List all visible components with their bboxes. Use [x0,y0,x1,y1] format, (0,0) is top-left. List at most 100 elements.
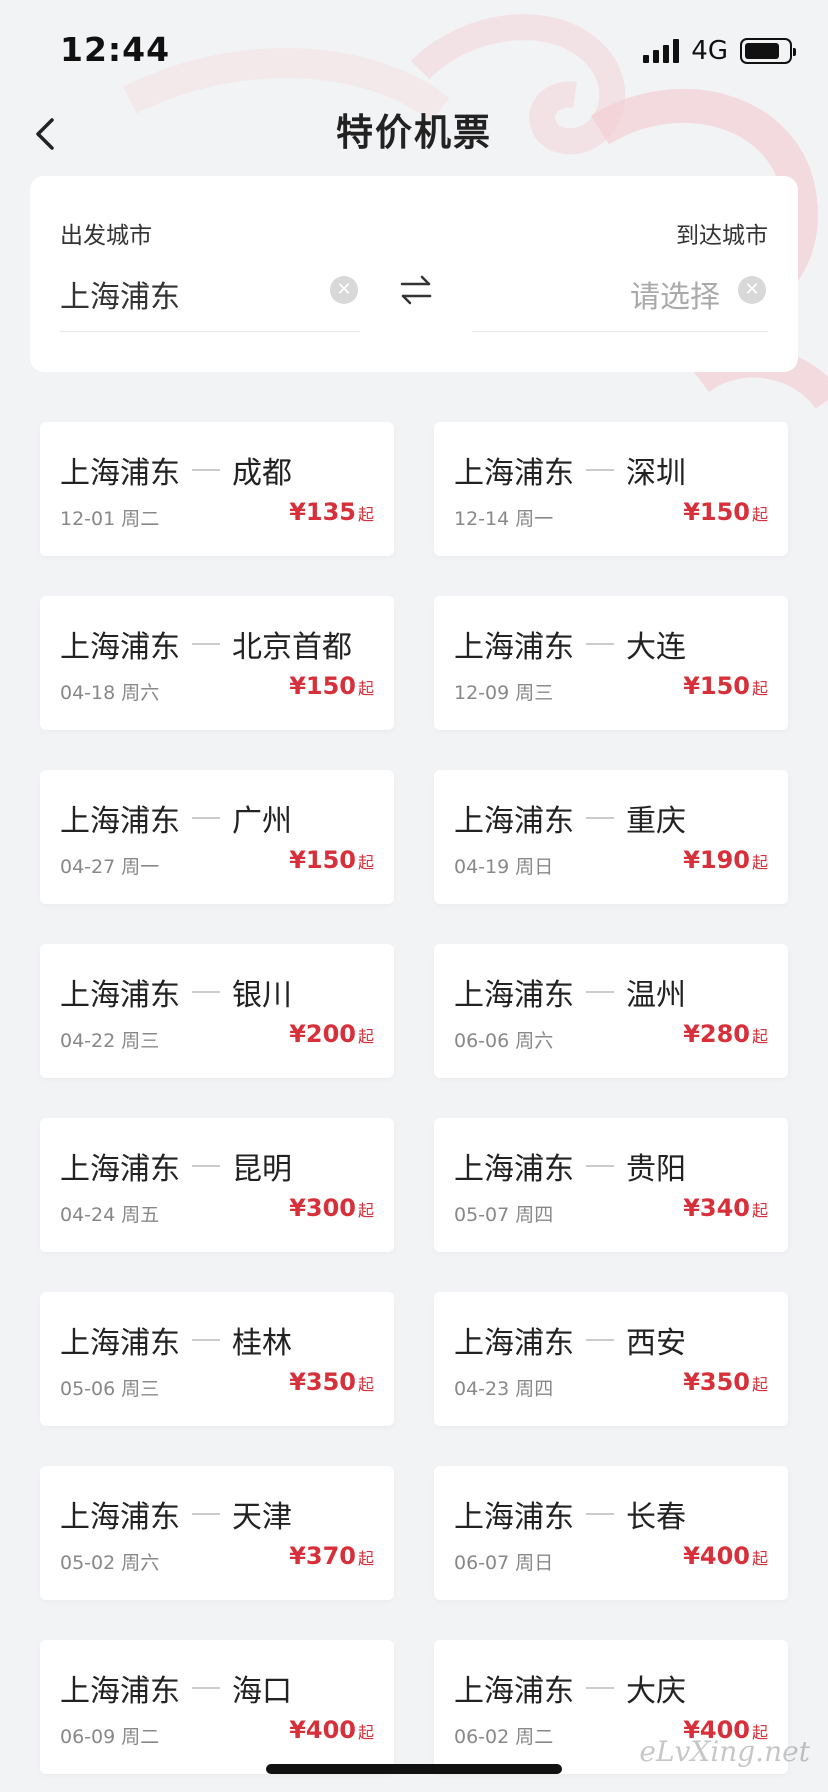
city-selector-card: 出发城市 到达城市 上海浦东 ✕ 请选择 ✕ [30,176,798,372]
origin-city: 上海浦东 [60,456,180,491]
price-suffix: 起 [751,1027,768,1046]
flight-date: 05-06 周三 [60,1378,160,1400]
flight-deal-card[interactable]: 上海浦东 银川 04-22 周三 ¥200 起 [40,944,394,1078]
flight-price: ¥190 起 [683,846,768,874]
route-dash [192,817,220,819]
price-suffix: 起 [751,1201,768,1220]
status-time: 12:44 [60,30,171,69]
flight-route: 上海浦东 广州 [60,796,292,840]
flight-price: ¥135 起 [289,498,374,526]
flight-deal-card[interactable]: 上海浦东 海口 06-09 周二 ¥400 起 [40,1640,394,1774]
arrival-city-field[interactable]: 请选择 ✕ [472,268,768,332]
origin-city: 上海浦东 [60,978,180,1013]
status-bar: 12:44 4G [0,0,828,100]
destination-city: 长春 [626,1500,686,1535]
flight-deal-card[interactable]: 上海浦东 温州 06-06 周六 ¥280 起 [434,944,788,1078]
route-dash [586,1513,614,1515]
price-value: ¥200 [289,1020,356,1048]
price-suffix: 起 [357,1375,374,1394]
flight-deal-card[interactable]: 上海浦东 桂林 05-06 周三 ¥350 起 [40,1292,394,1426]
flight-route: 上海浦东 西安 [454,1318,686,1362]
destination-city: 温州 [626,978,686,1013]
price-value: ¥370 [289,1542,356,1570]
price-value: ¥135 [289,498,356,526]
destination-city: 天津 [232,1500,292,1535]
destination-city: 贵阳 [626,1152,686,1187]
origin-city: 上海浦东 [454,1152,574,1187]
battery-icon [740,38,796,64]
price-value: ¥340 [683,1194,750,1222]
flight-date: 05-07 周四 [454,1204,554,1226]
clear-departure-icon[interactable]: ✕ [330,276,358,304]
destination-city: 大连 [626,630,686,665]
flight-deal-card[interactable]: 上海浦东 西安 04-23 周四 ¥350 起 [434,1292,788,1426]
flight-deal-card[interactable]: 上海浦东 成都 12-01 周二 ¥135 起 [40,422,394,556]
flight-route: 上海浦东 北京首都 [60,622,352,666]
flight-price: ¥280 起 [683,1020,768,1048]
price-value: ¥280 [683,1020,750,1048]
price-value: ¥150 [683,498,750,526]
battery-level [745,43,779,59]
flight-date: 06-07 周日 [454,1552,554,1574]
origin-city: 上海浦东 [454,630,574,665]
flight-price: ¥400 起 [683,1542,768,1570]
flight-price: ¥370 起 [289,1542,374,1570]
flight-deal-card[interactable]: 上海浦东 大连 12-09 周三 ¥150 起 [434,596,788,730]
destination-city: 大庆 [626,1674,686,1709]
flight-deal-card[interactable]: 上海浦东 昆明 04-24 周五 ¥300 起 [40,1118,394,1252]
origin-city: 上海浦东 [60,804,180,839]
flight-price: ¥350 起 [683,1368,768,1396]
flight-price: ¥300 起 [289,1194,374,1222]
flight-date: 06-02 周二 [454,1726,554,1748]
flight-date: 04-22 周三 [60,1030,160,1052]
flight-deal-card[interactable]: 上海浦东 深圳 12-14 周一 ¥150 起 [434,422,788,556]
network-type: 4G [691,36,728,66]
flight-date: 06-09 周二 [60,1726,160,1748]
route-dash [586,1165,614,1167]
origin-city: 上海浦东 [60,630,180,665]
destination-city: 成都 [232,456,292,491]
destination-city: 西安 [626,1326,686,1361]
route-dash [192,1339,220,1341]
swap-cities-icon[interactable] [396,270,436,310]
origin-city: 上海浦东 [60,1152,180,1187]
origin-city: 上海浦东 [454,456,574,491]
flight-deal-card[interactable]: 上海浦东 北京首都 04-18 周六 ¥150 起 [40,596,394,730]
flight-route: 上海浦东 深圳 [454,448,686,492]
clear-arrival-icon[interactable]: ✕ [738,276,766,304]
destination-city: 广州 [232,804,292,839]
flight-deal-card[interactable]: 上海浦东 长春 06-07 周日 ¥400 起 [434,1466,788,1600]
status-indicators: 4G [643,36,796,66]
arrival-city-label: 到达城市 [676,223,768,249]
flight-price: ¥150 起 [289,846,374,874]
flight-deal-card[interactable]: 上海浦东 广州 04-27 周一 ¥150 起 [40,770,394,904]
flight-date: 12-01 周二 [60,508,160,530]
origin-city: 上海浦东 [454,1674,574,1709]
destination-city: 海口 [232,1674,292,1709]
flight-deal-card[interactable]: 上海浦东 重庆 04-19 周日 ¥190 起 [434,770,788,904]
flight-date: 05-02 周六 [60,1552,160,1574]
flight-date: 04-24 周五 [60,1204,160,1226]
flight-date: 12-14 周一 [454,508,554,530]
price-suffix: 起 [357,679,374,698]
flight-deal-card[interactable]: 上海浦东 天津 05-02 周六 ¥370 起 [40,1466,394,1600]
flight-route: 上海浦东 天津 [60,1492,292,1536]
home-indicator[interactable] [266,1764,562,1774]
price-suffix: 起 [751,505,768,524]
origin-city: 上海浦东 [454,804,574,839]
flight-deal-card[interactable]: 上海浦东 贵阳 05-07 周四 ¥340 起 [434,1118,788,1252]
price-suffix: 起 [751,1375,768,1394]
route-dash [586,1687,614,1689]
price-value: ¥150 [289,672,356,700]
flight-date: 04-23 周四 [454,1378,554,1400]
price-suffix: 起 [357,853,374,872]
flight-date: 06-06 周六 [454,1030,554,1052]
price-value: ¥300 [289,1194,356,1222]
departure-city-field[interactable]: 上海浦东 ✕ [60,268,360,332]
flight-price: ¥150 起 [289,672,374,700]
origin-city: 上海浦东 [60,1500,180,1535]
route-dash [586,991,614,993]
flight-price: ¥150 起 [683,672,768,700]
watermark-text: eLvXing.net [639,1735,810,1768]
arrival-city-placeholder: 请选择 [630,280,720,315]
